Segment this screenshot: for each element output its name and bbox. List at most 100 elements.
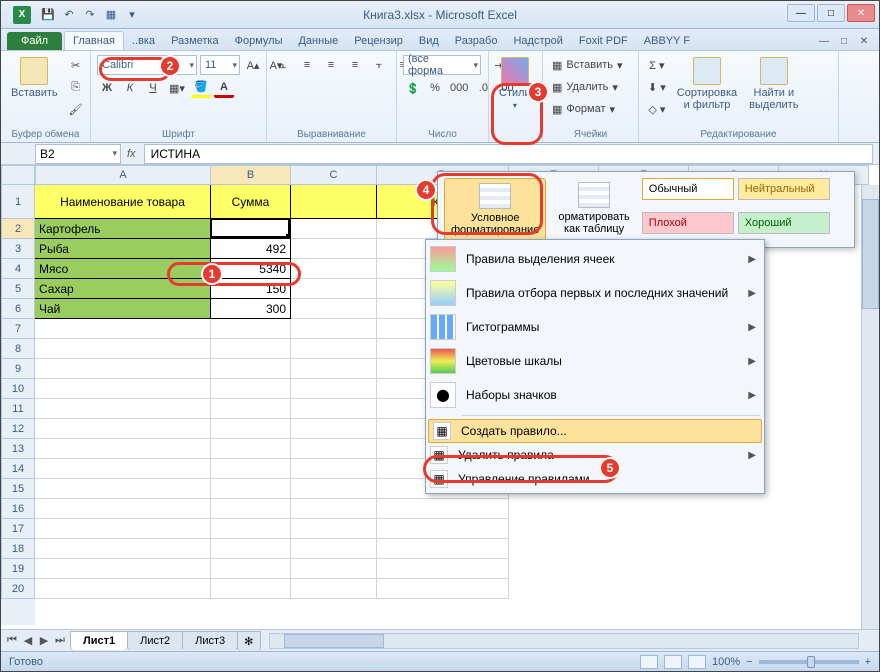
cell-B3[interactable]: 492 [211, 239, 291, 259]
menu-color-scales[interactable]: Цветовые шкалы ▶ [426, 344, 764, 378]
row-header-1[interactable]: 1 [1, 185, 35, 219]
row-header-12[interactable]: 12 [1, 419, 35, 439]
cell-B18[interactable] [211, 539, 291, 559]
cut-icon[interactable]: ✂ [66, 55, 86, 75]
cell-C4[interactable] [291, 259, 377, 279]
cell-A10[interactable] [35, 379, 211, 399]
cell-B6[interactable]: 300 [211, 299, 291, 319]
view-pagebreak-icon[interactable] [688, 655, 706, 669]
cell-A5[interactable]: Сахар [35, 279, 211, 299]
cell-C13[interactable] [291, 439, 377, 459]
sheet-nav-first-icon[interactable]: ⏮ [5, 634, 19, 647]
copy-icon[interactable]: ⎘ [66, 77, 86, 97]
doc-close-button[interactable]: ✕ [855, 34, 873, 48]
sheet-nav-next-icon[interactable]: ▶ [37, 634, 51, 647]
view-normal-icon[interactable] [640, 655, 658, 669]
cell-A19[interactable] [35, 559, 211, 579]
zoom-out-icon[interactable]: − [746, 656, 752, 668]
delete-cells-button[interactable]: ▦ Удалить ▾ [549, 77, 621, 97]
cell-D20[interactable] [377, 579, 509, 599]
tab-addins[interactable]: Надстрой [505, 32, 570, 50]
cell-A3[interactable]: Рыба [35, 239, 211, 259]
cell-D16[interactable] [377, 499, 509, 519]
cell-C19[interactable] [291, 559, 377, 579]
row-header-2[interactable]: 2 [1, 219, 35, 239]
tab-home[interactable]: Главная [64, 31, 124, 50]
cell-B2[interactable] [211, 219, 291, 239]
cell-C7[interactable] [291, 319, 377, 339]
row-header-8[interactable]: 8 [1, 339, 35, 359]
row-header-5[interactable]: 5 [1, 279, 35, 299]
border-icon[interactable]: ▦▾ [166, 78, 188, 98]
clear-icon[interactable]: ◇ ▾ [645, 99, 669, 119]
row-header-20[interactable]: 20 [1, 579, 35, 599]
sheet-tab-2[interactable]: Лист2 [127, 631, 183, 650]
cell-A1[interactable]: Наименование товара [35, 185, 211, 219]
align-bottom-icon[interactable]: ⫟ [369, 55, 389, 75]
cell-B5[interactable]: 150 [211, 279, 291, 299]
fill-icon[interactable]: ⬇ ▾ [645, 77, 669, 97]
cell-A20[interactable] [35, 579, 211, 599]
menu-highlight-rules[interactable]: Правила выделения ячеек ▶ [426, 242, 764, 276]
cell-C2[interactable] [291, 219, 377, 239]
tab-developer[interactable]: Разрабо [447, 32, 506, 50]
qat-save-icon[interactable]: 💾 [39, 6, 57, 24]
grow-font-icon[interactable]: A▴ [243, 55, 263, 75]
cell-B20[interactable] [211, 579, 291, 599]
cell-C20[interactable] [291, 579, 377, 599]
menu-top-bottom-rules[interactable]: Правила отбора первых и последних значен… [426, 276, 764, 310]
sheet-nav-prev-icon[interactable]: ◀ [21, 634, 35, 647]
fx-icon[interactable]: fx [127, 148, 136, 160]
cell-B13[interactable] [211, 439, 291, 459]
conditional-formatting-button[interactable]: Условное форматирование [444, 178, 546, 241]
tab-data[interactable]: Данные [290, 32, 346, 50]
cell-B19[interactable] [211, 559, 291, 579]
cell-B14[interactable] [211, 459, 291, 479]
cell-B10[interactable] [211, 379, 291, 399]
row-header-18[interactable]: 18 [1, 539, 35, 559]
cell-B7[interactable] [211, 319, 291, 339]
align-middle-icon[interactable]: ≡ [321, 55, 341, 75]
formula-input[interactable]: ИСТИНА [144, 144, 873, 164]
currency-icon[interactable]: 💲 [403, 78, 423, 98]
row-header-19[interactable]: 19 [1, 559, 35, 579]
cell-A17[interactable] [35, 519, 211, 539]
qat-more-icon[interactable]: ▾ [123, 6, 141, 24]
row-header-13[interactable]: 13 [1, 439, 35, 459]
font-name-combo[interactable]: Calibri [97, 55, 197, 75]
tab-view[interactable]: Вид [411, 32, 447, 50]
row-header-7[interactable]: 7 [1, 319, 35, 339]
cell-C17[interactable] [291, 519, 377, 539]
cell-A2[interactable]: Картофель [35, 219, 211, 239]
font-size-combo[interactable]: 11 [200, 55, 240, 75]
align-top-icon[interactable]: ⫠ [273, 55, 293, 75]
cell-A6[interactable]: Чай [35, 299, 211, 319]
cell-C3[interactable] [291, 239, 377, 259]
cell-C11[interactable] [291, 399, 377, 419]
align-left-icon[interactable]: ≡ [297, 55, 317, 75]
cell-A15[interactable] [35, 479, 211, 499]
cell-C9[interactable] [291, 359, 377, 379]
tab-insert[interactable]: ..вка [124, 32, 163, 50]
cell-C16[interactable] [291, 499, 377, 519]
cell-C1[interactable] [291, 185, 377, 219]
row-header-10[interactable]: 10 [1, 379, 35, 399]
number-format-combo[interactable]: (все форма [403, 55, 481, 75]
tab-review[interactable]: Рецензир [346, 32, 411, 50]
zoom-thumb[interactable] [807, 656, 815, 668]
style-good[interactable]: Хороший [738, 212, 830, 234]
scrollbar-thumb[interactable] [284, 634, 384, 648]
col-header-B[interactable]: B [211, 165, 291, 185]
row-header-15[interactable]: 15 [1, 479, 35, 499]
cell-D19[interactable] [377, 559, 509, 579]
italic-icon[interactable]: К [120, 78, 140, 98]
menu-clear-rules[interactable]: ▦ Удалить правила ▶ [426, 443, 764, 467]
fill-color-icon[interactable]: 🪣 [191, 78, 211, 98]
tab-file[interactable]: Файл [7, 32, 62, 50]
cell-A12[interactable] [35, 419, 211, 439]
cell-A8[interactable] [35, 339, 211, 359]
cell-C8[interactable] [291, 339, 377, 359]
style-neutral[interactable]: Нейтральный [738, 178, 830, 200]
row-header-4[interactable]: 4 [1, 259, 35, 279]
paste-button[interactable]: Вставить [7, 55, 62, 101]
